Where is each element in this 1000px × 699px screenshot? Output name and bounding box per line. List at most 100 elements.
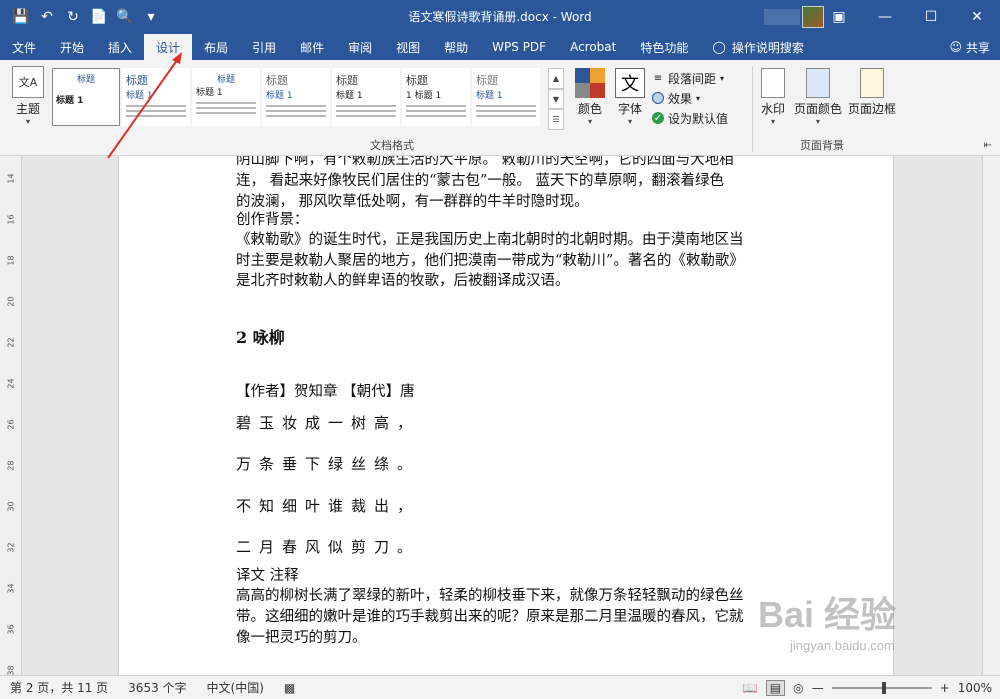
quick-access-toolbar: 💾 ↶ ↻ 📄 🔍 ▾ [0, 0, 162, 34]
ruler-mark: 14 [6, 173, 16, 184]
tab-acrobat[interactable]: Acrobat [558, 34, 628, 60]
paragraph-line: 创作背景： [236, 212, 309, 228]
vertical-scrollbar[interactable] [982, 156, 1000, 675]
poem-line: 二月春风似剪刀。 [236, 538, 421, 556]
poem-line: 碧玉妆成一树高， [236, 414, 421, 432]
collapse-ribbon-icon[interactable]: ⇤ [984, 140, 992, 151]
translation-line: 高高的柳树长满了翠绿的新叶，轻柔的柳枝垂下来，就像万条轻轻飘动的绿色丝 [236, 588, 744, 604]
tab-home[interactable]: 开始 [48, 34, 96, 60]
word-count[interactable]: 3653 个字 [118, 679, 196, 696]
paragraph-line: 阴山脚下啊，有个敕勒族生活的大平原。 敕勒川的天空啊，它的四面与大地相 [236, 156, 734, 168]
paragraph-spacing-button[interactable]: ≡ 段落间距 ▾ [652, 68, 748, 88]
author-line: 【作者】贺知章 【朝代】唐 [236, 384, 415, 400]
ribbon: 文A 主题 ▾ 标题 标题 1 标题 标题 1 标题 标题 1 标题 标题 1 … [0, 60, 1000, 156]
style-heading: 标题 [406, 74, 428, 87]
close-icon[interactable]: ✕ [954, 0, 1000, 34]
watermark-button[interactable]: 水印 ▾ [758, 68, 788, 126]
page-count[interactable]: 第 2 页，共 11 页 [0, 679, 118, 696]
save-icon[interactable]: 💾 [10, 6, 32, 28]
tell-me-search[interactable]: ◯ 操作说明搜索 [700, 34, 815, 60]
tab-references[interactable]: 引用 [240, 34, 288, 60]
ruler-mark: 36 [6, 624, 16, 635]
customize-qat-icon[interactable]: ▾ [140, 6, 162, 28]
poem-heading: 2 咏柳 [236, 328, 285, 347]
style-set-item[interactable]: 标题 1 标题 1 [402, 68, 470, 126]
tab-features[interactable]: 特色功能 [628, 34, 700, 60]
style-preview-lines [406, 105, 466, 117]
page-border-label: 页面边框 [847, 102, 896, 116]
style-heading: 标题 [266, 74, 288, 87]
effects-icon [652, 92, 664, 104]
style-set-item[interactable]: 标题 标题 1 [192, 68, 260, 126]
ribbon-display-options-icon[interactable]: ▣ [816, 0, 862, 34]
zoom-out-icon[interactable]: — [812, 681, 824, 695]
ruler-mark: 28 [6, 460, 16, 471]
set-default-label: 设为默认值 [668, 111, 729, 126]
colors-button[interactable]: 颜色 ▾ [570, 68, 610, 130]
style-subtitle: 标题 1 [196, 88, 223, 98]
translation-label: 译文 注释 [236, 568, 299, 584]
page-border-button[interactable]: 页面边框 [846, 68, 898, 117]
zoom-in-icon[interactable]: + [940, 681, 950, 695]
gallery-up-icon[interactable]: ▲ [548, 68, 564, 89]
tab-wps-pdf[interactable]: WPS PDF [480, 34, 558, 60]
title-bar: 💾 ↶ ↻ 📄 🔍 ▾ 语文寒假诗歌背诵册.docx - Word ▣ — ☐ … [0, 0, 1000, 34]
gallery-more-icon[interactable]: ☰ [548, 109, 564, 131]
zoom-slider-thumb[interactable] [881, 681, 886, 694]
style-heading: 标题 [126, 74, 148, 87]
watermark-logo: Bai 经验 [758, 594, 897, 635]
style-set-item[interactable]: 标题 标题 1 [122, 68, 190, 126]
ruler-mark: 16 [6, 214, 16, 225]
page-border-icon [860, 68, 884, 98]
read-mode-icon[interactable]: 📖 [743, 681, 758, 695]
format-options: ≡ 段落间距 ▾ 效果 ▾ ✓ 设为默认值 [652, 68, 748, 128]
web-layout-icon[interactable]: ◎ [793, 681, 803, 695]
poem-line: 不知细叶谁裁出， [236, 497, 421, 515]
ribbon-tabs: 文件 开始 插入 设计 布局 引用 邮件 审阅 视图 帮助 WPS PDF Ac… [0, 34, 1000, 60]
dropdown-arrow-icon: ▾ [696, 93, 701, 103]
tab-help[interactable]: 帮助 [432, 34, 480, 60]
minimize-icon[interactable]: — [862, 0, 908, 34]
style-set-item[interactable]: 标题 标题 1 [262, 68, 330, 126]
effects-button[interactable]: 效果 ▾ [652, 88, 748, 108]
set-default-button[interactable]: ✓ 设为默认值 [652, 108, 748, 128]
themes-button[interactable]: 文A 主题 ▾ [8, 66, 48, 128]
tab-insert[interactable]: 插入 [96, 34, 144, 60]
share-button[interactable]: ☺ 共享 [949, 34, 1000, 60]
fonts-button[interactable]: 文 字体 ▾ [610, 68, 650, 130]
tab-review[interactable]: 审阅 [336, 34, 384, 60]
style-set-item[interactable]: 标题 标题 1 [52, 68, 120, 126]
tab-view[interactable]: 视图 [384, 34, 432, 60]
tab-design[interactable]: 设计 [144, 34, 193, 60]
style-set-item[interactable]: 标题 标题 1 [472, 68, 540, 126]
style-heading: 标题 [476, 74, 498, 87]
macro-icon[interactable]: ▩ [274, 681, 305, 695]
ruler-mark: 30 [6, 501, 16, 512]
gallery-down-icon[interactable]: ▼ [548, 88, 564, 110]
print-layout-icon[interactable]: ▤ [765, 679, 786, 696]
page-color-button[interactable]: 页面颜色 ▾ [792, 68, 844, 126]
page-color-label: 页面颜色 [793, 102, 842, 116]
redo-icon[interactable]: ↻ [62, 6, 84, 28]
fonts-icon: 文 [615, 68, 645, 98]
window-controls: ▣ — ☐ ✕ [816, 0, 1000, 34]
tab-layout[interactable]: 布局 [192, 34, 240, 60]
paragraph-spacing-label: 段落间距 [668, 71, 717, 86]
zoom-slider[interactable] [831, 681, 932, 694]
new-doc-icon[interactable]: 📄 [88, 6, 110, 28]
maximize-icon[interactable]: ☐ [908, 0, 954, 34]
language-indicator[interactable]: 中文(中国) [197, 679, 274, 696]
print-preview-icon[interactable]: 🔍 [114, 6, 136, 28]
dropdown-arrow-icon: ▾ [587, 117, 592, 126]
page-bg-group-label: 页面背景 [800, 139, 844, 152]
tab-mailings[interactable]: 邮件 [288, 34, 336, 60]
colors-label: 颜色 [577, 102, 602, 116]
undo-icon[interactable]: ↶ [36, 6, 58, 28]
style-preview-lines [266, 105, 326, 117]
ruler-mark: 20 [6, 296, 16, 307]
style-set-item[interactable]: 标题 标题 1 [332, 68, 400, 126]
tab-file[interactable]: 文件 [0, 34, 48, 60]
zoom-level[interactable]: 100% [958, 681, 992, 695]
style-subtitle: 标题 1 [56, 96, 84, 106]
style-preview-lines [126, 105, 186, 117]
